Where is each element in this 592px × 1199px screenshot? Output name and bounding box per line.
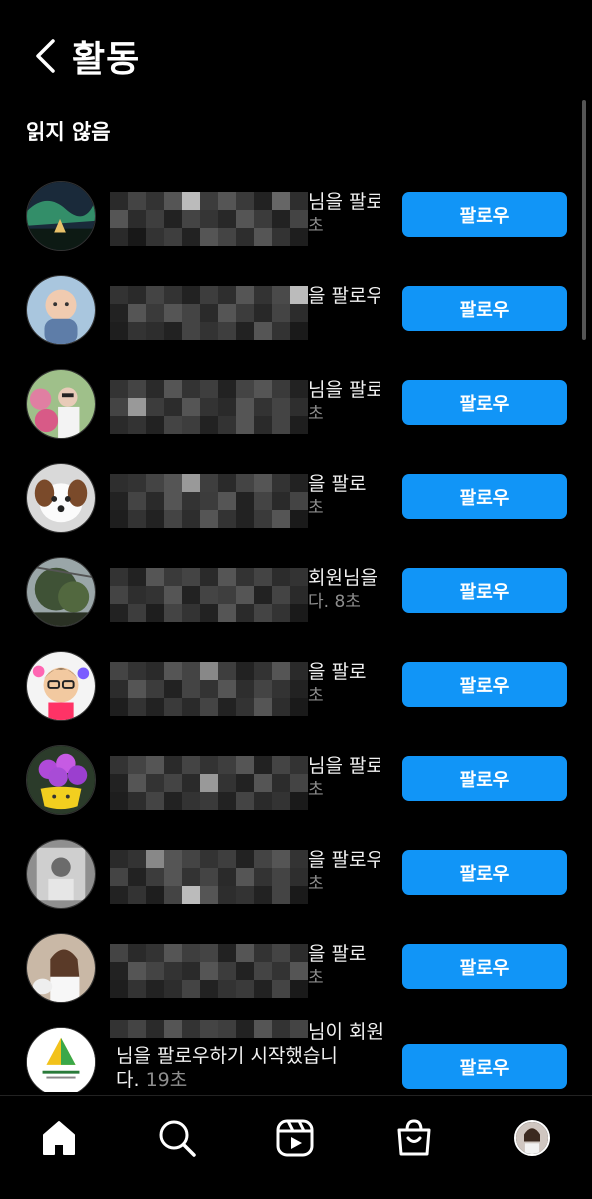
follow-button[interactable]: 팔로우 xyxy=(402,1044,567,1089)
chevron-left-icon xyxy=(36,39,55,73)
activity-text: 회원님을 xyxy=(308,567,378,589)
pixelated-username xyxy=(110,662,308,716)
list-item[interactable]: 을 팔로 초 팔로우 xyxy=(0,450,592,544)
avatar[interactable] xyxy=(26,463,96,533)
follow-button[interactable]: 팔로우 xyxy=(402,944,567,989)
follow-button[interactable]: 팔로우 xyxy=(402,568,567,613)
activity-text-2: 님을 팔로우하기 시작했습니 xyxy=(116,1045,338,1067)
list-item[interactable]: 님을 팔로 초 팔로우 xyxy=(0,356,592,450)
list-item[interactable]: 을 팔로우 초 팔로우 xyxy=(0,826,592,920)
activity-text: 을 팔로 xyxy=(308,661,367,683)
activity-time: 다. 8초 xyxy=(308,592,361,612)
avatar[interactable] xyxy=(26,651,96,721)
follow-button[interactable]: 팔로우 xyxy=(402,662,567,707)
activity-time: 초 xyxy=(308,874,324,894)
pixelated-username xyxy=(110,192,308,246)
activity-time: 초 xyxy=(308,498,324,518)
follow-button[interactable]: 팔로우 xyxy=(402,380,567,425)
follow-button[interactable]: 팔로우 xyxy=(402,850,567,895)
avatar[interactable] xyxy=(26,839,96,909)
section-title-unread: 읽지 않음 xyxy=(26,120,111,144)
avatar[interactable] xyxy=(26,181,96,251)
avatar[interactable] xyxy=(26,1027,96,1092)
list-item[interactable]: 님을 팔로 초 팔로우 xyxy=(0,732,592,826)
activity-time: 초 xyxy=(308,686,324,706)
nav-profile[interactable] xyxy=(508,1114,556,1162)
activity-text: 님을 팔로 xyxy=(308,191,380,213)
list-item[interactable]: 을 팔로 초 팔로우 xyxy=(0,638,592,732)
list-item[interactable]: 님을 팔로 초 팔로우 xyxy=(0,168,592,262)
activity-text: 님을 팔로 xyxy=(308,379,380,401)
activity-text: 님이 회원 xyxy=(308,1021,384,1043)
follow-button[interactable]: 팔로우 xyxy=(402,192,567,237)
avatar[interactable] xyxy=(26,275,96,345)
list-item[interactable]: 회원님을 다. 8초 팔로우 xyxy=(0,544,592,638)
reels-icon xyxy=(276,1119,314,1157)
pixelated-username xyxy=(110,850,308,904)
shop-icon xyxy=(397,1119,431,1156)
avatar[interactable] xyxy=(26,745,96,815)
activity-time: 19초 xyxy=(145,1069,188,1091)
avatar[interactable] xyxy=(26,933,96,1003)
pixelated-username xyxy=(110,944,308,998)
nav-reels[interactable] xyxy=(271,1114,319,1162)
list-item[interactable]: 님이 회원 님을 팔로우하기 시작했습니 다. 19초 팔로우 xyxy=(0,1014,592,1092)
activity-text-3: 다. xyxy=(116,1069,140,1091)
avatar[interactable] xyxy=(26,369,96,439)
activity-text: 을 팔로우 xyxy=(308,849,380,871)
list-item[interactable]: 을 팔로 초 팔로우 xyxy=(0,920,592,1014)
pixelated-username xyxy=(110,568,308,622)
activity-time: 초 xyxy=(308,968,324,988)
follow-button[interactable]: 팔로우 xyxy=(402,756,567,801)
follow-button[interactable]: 팔로우 xyxy=(402,286,567,331)
pixelated-username xyxy=(110,474,308,528)
nav-shop[interactable] xyxy=(390,1114,438,1162)
profile-avatar xyxy=(514,1120,550,1156)
pixelated-username xyxy=(110,380,308,434)
activity-text: 을 팔로우 xyxy=(308,285,380,307)
page-title: 활동 xyxy=(72,39,141,80)
nav-search[interactable] xyxy=(153,1114,201,1162)
nav-home[interactable] xyxy=(35,1114,83,1162)
pixelated-username xyxy=(110,756,308,810)
avatar[interactable] xyxy=(26,557,96,627)
activity-text: 을 팔로 xyxy=(308,473,367,495)
activity-text: 을 팔로 xyxy=(308,943,367,965)
bottom-nav xyxy=(0,1095,592,1199)
pixelated-username xyxy=(110,286,308,340)
activity-time: 초 xyxy=(308,404,324,424)
list-item[interactable]: 을 팔로우 팔로우 xyxy=(0,262,592,356)
home-icon xyxy=(43,1121,75,1155)
activity-text: 님을 팔로 xyxy=(308,755,380,777)
back-button[interactable] xyxy=(28,36,62,76)
activity-time: 초 xyxy=(308,216,324,236)
activity-list: 님을 팔로 초 팔로우 을 팔로우 팔로우 님을 팔로 초 팔로우 을 팔로 초… xyxy=(0,168,592,1092)
activity-time: 초 xyxy=(308,780,324,800)
follow-button[interactable]: 팔로우 xyxy=(402,474,567,519)
header: 활동 xyxy=(0,0,592,110)
search-icon xyxy=(159,1120,196,1157)
